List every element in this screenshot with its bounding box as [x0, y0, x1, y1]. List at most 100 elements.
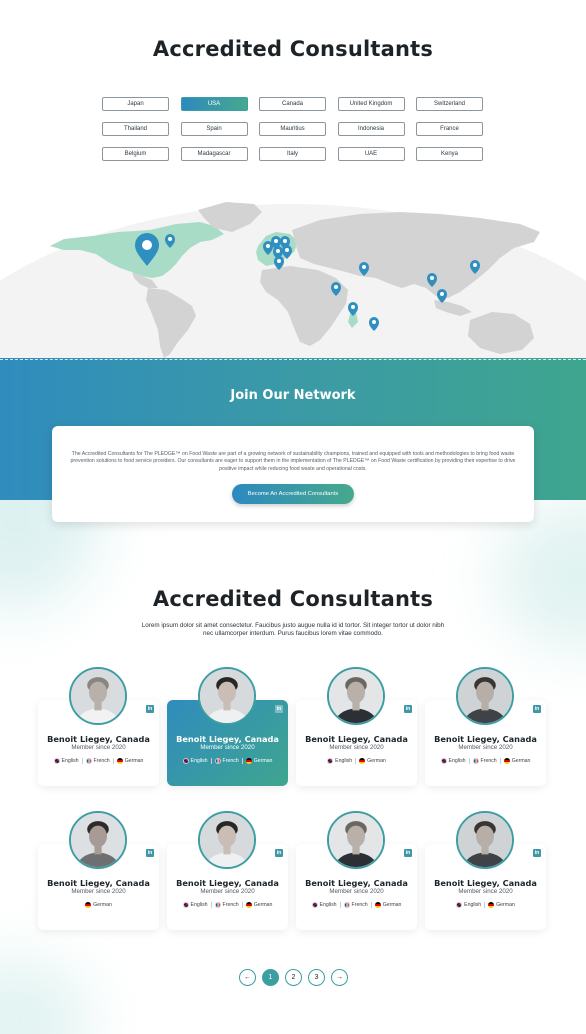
- consultant-member-since: Member since 2020: [458, 744, 513, 751]
- country-filter-france[interactable]: France: [416, 122, 483, 136]
- consultant-member-since: Member since 2020: [200, 888, 255, 895]
- language-german: German: [499, 758, 534, 764]
- page-button-2[interactable]: 2: [285, 969, 302, 986]
- country-filter-thailand[interactable]: Thailand: [102, 122, 169, 136]
- consultant-name: Benoit Liegey, Canada: [176, 878, 279, 888]
- consultant-languages: English German: [425, 902, 546, 908]
- language-french: French: [210, 758, 242, 764]
- linkedin-icon[interactable]: in: [146, 849, 154, 857]
- language-label: German: [93, 902, 112, 908]
- language-english: English: [309, 902, 340, 908]
- flag-german-icon: [374, 902, 381, 908]
- flag-german-icon: [245, 758, 252, 764]
- language-german: German: [241, 758, 276, 764]
- country-filter-canada[interactable]: Canada: [259, 97, 326, 111]
- linkedin-icon[interactable]: in: [275, 705, 283, 713]
- consultant-avatar: [69, 811, 127, 869]
- consultant-member-since: Member since 2020: [71, 888, 126, 895]
- consultant-languages: English French German: [167, 902, 288, 908]
- consultant-avatar: [456, 811, 514, 869]
- language-german: German: [82, 902, 115, 908]
- avatar-portrait: [71, 669, 125, 723]
- flag-english-icon: [182, 902, 189, 908]
- consultant-name: Benoit Liegey, Canada: [47, 878, 150, 888]
- flag-german-icon: [503, 758, 510, 764]
- country-filter-kenya[interactable]: Kenya: [416, 147, 483, 161]
- map-pin-mauritius[interactable]: [369, 317, 379, 331]
- country-filter-usa[interactable]: USA: [180, 97, 248, 111]
- language-label: French: [222, 902, 239, 908]
- country-filter-indonesia[interactable]: Indonesia: [337, 122, 405, 136]
- language-french: French: [81, 758, 113, 764]
- language-german: German: [355, 758, 389, 764]
- consultant-name: Benoit Liegey, Canada: [305, 878, 408, 888]
- flag-german-icon: [85, 902, 92, 908]
- language-english: English: [324, 758, 355, 764]
- consultant-languages: English French German: [167, 758, 288, 764]
- page-button-1[interactable]: 1: [262, 969, 279, 986]
- consultant-avatar: [198, 811, 256, 869]
- country-filter-italy[interactable]: Italy: [259, 147, 326, 161]
- linkedin-icon[interactable]: in: [533, 849, 541, 857]
- country-filter-spain[interactable]: Spain: [180, 122, 248, 136]
- linkedin-icon[interactable]: in: [275, 849, 283, 857]
- consultant-avatar: [327, 811, 385, 869]
- consultant-avatar: [456, 667, 514, 725]
- flag-french-icon: [85, 758, 92, 764]
- prev-page-button[interactable]: ←: [239, 969, 256, 986]
- consultants-section-title: Accredited Consultants: [152, 587, 434, 611]
- country-filter-mauritius[interactable]: Mauritius: [259, 122, 326, 136]
- language-label: German: [496, 902, 515, 908]
- consultant-name: Benoit Liegey, Canada: [434, 878, 537, 888]
- consultant-member-since: Member since 2020: [329, 744, 384, 751]
- consultant-name: Benoit Liegey, Canada: [176, 734, 279, 744]
- become-consultant-button[interactable]: Become An Accredited Consultants: [232, 484, 354, 504]
- flag-english-icon: [327, 758, 334, 764]
- consultant-member-since: Member since 2020: [71, 744, 126, 751]
- band-dashed-divider: [0, 359, 586, 360]
- map-south-america: [146, 288, 196, 358]
- country-filter-belgium[interactable]: Belgium: [102, 147, 169, 161]
- linkedin-icon[interactable]: in: [404, 849, 412, 857]
- map-southeast-asia: [434, 300, 472, 316]
- consultant-member-since: Member since 2020: [458, 888, 513, 895]
- avatar-portrait: [200, 669, 254, 723]
- language-french: French: [210, 902, 242, 908]
- language-label: French: [480, 758, 497, 764]
- page-title: Accredited Consultants: [152, 37, 434, 61]
- country-filter-japan[interactable]: Japan: [102, 97, 169, 111]
- linkedin-icon[interactable]: in: [404, 705, 412, 713]
- country-filter-united-kingdom[interactable]: United Kingdom: [337, 97, 405, 111]
- flag-german-icon: [488, 902, 495, 908]
- map-pin-madagascar[interactable]: [348, 302, 358, 316]
- linkedin-icon[interactable]: in: [533, 705, 541, 713]
- country-filter-uae[interactable]: UAE: [337, 147, 405, 161]
- language-label: English: [319, 902, 337, 908]
- avatar-portrait: [71, 813, 125, 867]
- language-label: French: [351, 902, 368, 908]
- consultant-languages: German: [38, 902, 159, 908]
- language-label: English: [190, 758, 208, 764]
- language-label: English: [448, 758, 466, 764]
- flag-french-icon: [343, 902, 350, 908]
- language-label: German: [253, 902, 273, 908]
- consultant-languages: English German: [296, 758, 417, 764]
- language-label: German: [367, 758, 386, 764]
- flag-french-icon: [472, 758, 479, 764]
- next-page-button[interactable]: →: [331, 969, 348, 986]
- language-label: German: [124, 758, 144, 764]
- consultant-member-since: Member since 2020: [329, 888, 384, 895]
- linkedin-icon[interactable]: in: [146, 705, 154, 713]
- language-label: French: [93, 758, 110, 764]
- page-button-3[interactable]: 3: [308, 969, 325, 986]
- language-label: English: [464, 902, 482, 908]
- avatar-portrait: [458, 813, 512, 867]
- flag-english-icon: [53, 758, 60, 764]
- flag-english-icon: [456, 902, 463, 908]
- country-filter-madagascar[interactable]: Madagascar: [180, 147, 248, 161]
- consultant-avatar: [69, 667, 127, 725]
- flag-french-icon: [214, 902, 221, 908]
- flag-german-icon: [359, 758, 366, 764]
- country-filter-switzerland[interactable]: Switzerland: [416, 97, 483, 111]
- avatar-portrait: [458, 669, 512, 723]
